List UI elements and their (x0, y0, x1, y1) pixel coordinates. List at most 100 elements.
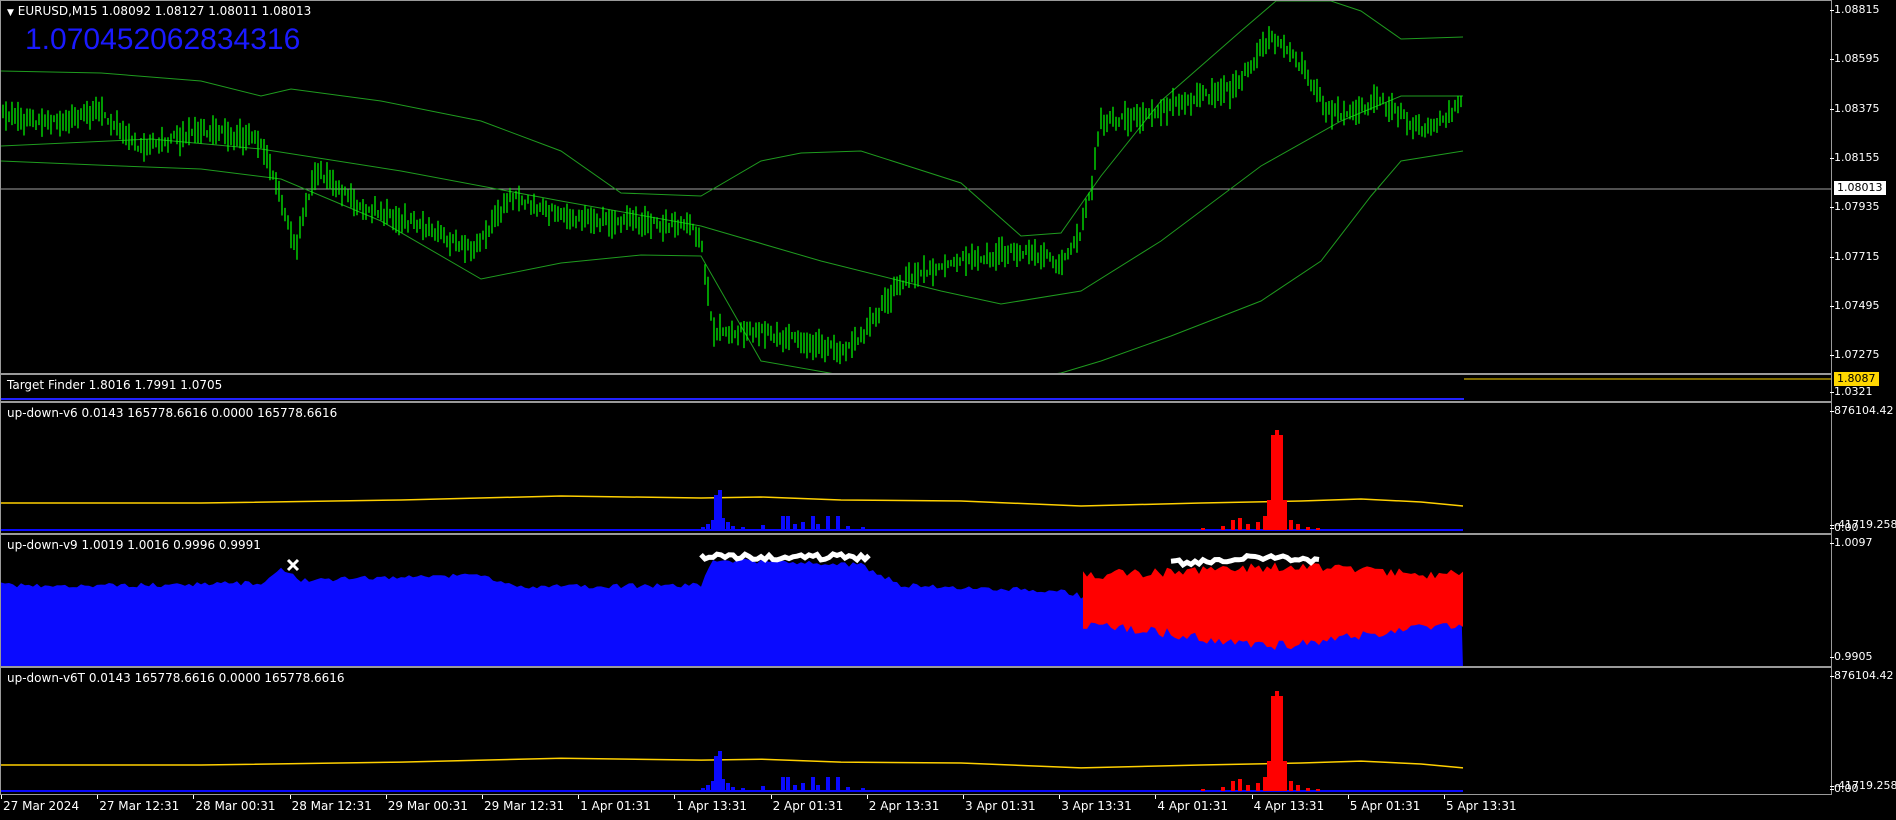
updown-v6-signal-line (1, 495, 1464, 507)
updown-v6-red-bar (1256, 522, 1260, 530)
updown-v6t-blue-bar (761, 786, 765, 791)
updown-v6-red-bar (1279, 435, 1283, 530)
updown-v6-title: up-down-v6 0.0143 165778.6616 0.0000 165… (7, 406, 338, 420)
collapse-triangle-icon[interactable]: ▼ (7, 8, 14, 18)
target-finder-pane[interactable]: Target Finder 1.8016 1.7991 1.0705 (0, 374, 1832, 402)
price-tick-label: 1.07275 (1830, 348, 1880, 362)
updown-v6-blue-bar (826, 516, 830, 530)
time-axis-label: 5 Apr 01:31 (1347, 795, 1421, 813)
updown-v6t-blue-bar (801, 783, 805, 791)
updown-v6t-blue-bar (836, 777, 840, 791)
updown-v6-top-tick: 876104.42 (1830, 404, 1894, 417)
updown-v6t-red-bar (1246, 785, 1250, 791)
updown-v6-red-bar (1201, 528, 1205, 530)
updown-v9-white-marks (699, 551, 871, 564)
main-chart-header: ▼ EURUSD,M15 1.08092 1.08127 1.08011 1.0… (7, 4, 311, 18)
updown-v6-pane[interactable]: up-down-v6 0.0143 165778.6616 0.0000 165… (0, 402, 1832, 534)
updown-v9-axis: 1.0097 0.9905 (1830, 534, 1896, 667)
updown-v6-red-bar (1316, 528, 1320, 530)
updown-v6t-red-bar (1296, 785, 1300, 791)
updown-v6t-blue-bar (721, 779, 725, 791)
updown-v6-blue-bar (836, 516, 840, 530)
time-axis-label: 2 Apr 13:31 (866, 795, 940, 813)
time-axis-label: 29 Mar 00:31 (385, 795, 468, 813)
updown-v6-blue-bar (846, 526, 850, 530)
updown-v6t-red-bar (1306, 788, 1310, 791)
updown-v6-red-bar (1283, 500, 1287, 530)
updown-v6-bottom-tick: 0.00 (1830, 521, 1859, 534)
updown-v6t-blue-bar (706, 785, 710, 791)
updown-v9-title: up-down-v9 1.0019 1.0016 0.9996 0.9991 (7, 538, 261, 552)
updown-v6t-bottom-tick: 0.00 (1830, 782, 1859, 795)
bollinger-middle-band (1, 95, 1463, 305)
main-chart-title: EURUSD,M15 1.08092 1.08127 1.08011 1.080… (17, 4, 312, 18)
updown-v6-blue-bar (721, 518, 725, 530)
updown-v6t-blue-bar (826, 777, 830, 791)
updown-v6-blue-bar (701, 527, 705, 530)
updown-v6t-blue-bar (726, 783, 730, 791)
updown-v9-bottom-tick: 0.9905 (1830, 650, 1873, 663)
updown-v6t-blue-bar (793, 785, 797, 791)
updown-v6-axis: 876104.42 -41719.258 0.00 (1829, 402, 1896, 534)
updown-v6-red-bar (1263, 516, 1267, 530)
updown-v6-blue-bar (731, 526, 735, 530)
time-axis-label: 4 Apr 13:31 (1251, 795, 1325, 813)
updown-v6t-red-bar (1238, 779, 1242, 791)
updown-v6-blue-bar (801, 522, 805, 530)
updown-v6-blue-bar (781, 516, 785, 530)
updown-v6-blue-bar (811, 516, 815, 530)
updown-v6-red-bar (1275, 430, 1279, 530)
updown-v6t-top-tick: 876104.42 (1830, 669, 1894, 682)
updown-v6-blue-bar (714, 495, 718, 530)
updown-v6-blue-bar (741, 527, 745, 530)
updown-v6t-pane[interactable]: up-down-v6T 0.0143 165778.6616 0.0000 16… (0, 667, 1832, 795)
big-value-label: 1.070452062834316 (25, 23, 301, 56)
updown-v6t-red-bar (1201, 789, 1205, 791)
current-price-box: 1.08013 (1834, 181, 1886, 195)
updown-v6-blue-bar (861, 527, 865, 530)
updown-v6t-red-bar (1256, 783, 1260, 791)
updown-v6t-signal-line (1, 757, 1464, 769)
time-axis-label: 5 Apr 13:31 (1444, 795, 1517, 813)
updown-v6-red-bar (1296, 524, 1300, 530)
updown-v9-top-tick: 1.0097 (1830, 536, 1873, 549)
updown-v6-blue-bar (761, 525, 765, 530)
updown-v6-svg (1, 430, 1464, 531)
time-axis-label: 27 Mar 2024 (0, 795, 80, 813)
updown-v6-blue-bar (786, 516, 790, 530)
price-tick-label: 1.07495 (1830, 298, 1880, 312)
updown-v6t-red-bar (1279, 696, 1283, 791)
updown-v6-blue-bar (816, 524, 820, 530)
time-axis-label: 3 Apr 01:31 (963, 795, 1036, 813)
updown-v6t-red-bar (1231, 781, 1235, 791)
updown-v6t-blue-bar (741, 788, 745, 791)
time-axis: 27 Mar 2024 27 Mar 12:31 28 Mar 00:31 28 Ma… (0, 795, 1896, 820)
time-axis-label: 1 Apr 01:31 (578, 795, 651, 813)
updown-v6-red-bar (1306, 527, 1310, 530)
updown-v6t-red-bar (1289, 781, 1293, 791)
target-finder-svg (1, 378, 1831, 400)
updown-v6-blue-bar (706, 524, 710, 530)
updown-v6t-blue-bar (816, 785, 820, 791)
time-axis-label: 1 Apr 13:31 (674, 795, 747, 813)
updown-v6t-red-bar (1271, 696, 1275, 791)
time-axis-label: 27 Mar 12:31 (97, 795, 180, 813)
time-axis-label: 29 Mar 12:31 (481, 795, 565, 813)
updown-v6-red-bar (1289, 520, 1293, 530)
updown-v6t-red-bar (1263, 777, 1267, 791)
updown-v6-red-bar (1231, 520, 1235, 530)
price-tick-label: 1.08375 (1830, 101, 1880, 115)
updown-v9-svg (1, 551, 1463, 666)
updown-v9-pane[interactable]: up-down-v9 1.0019 1.0016 0.9996 0.9991 (0, 534, 1832, 667)
updown-v6t-blue-bar (861, 788, 865, 791)
updown-v6t-blue-bar (811, 777, 815, 791)
updown-v6t-blue-bar (731, 787, 735, 791)
time-axis-label: 2 Apr 01:31 (770, 795, 844, 813)
updown-v6t-red-bar (1275, 691, 1279, 791)
main-chart-pane[interactable]: ▼ EURUSD,M15 1.08092 1.08127 1.08011 1.0… (0, 0, 1832, 374)
target-finder-tick: 1.0321 (1830, 385, 1873, 398)
price-tick-label: 1.07935 (1830, 200, 1880, 214)
updown-v9-white-cross (286, 558, 300, 572)
updown-v6t-red-bar (1316, 789, 1320, 791)
updown-v6-red-bar (1271, 435, 1275, 530)
